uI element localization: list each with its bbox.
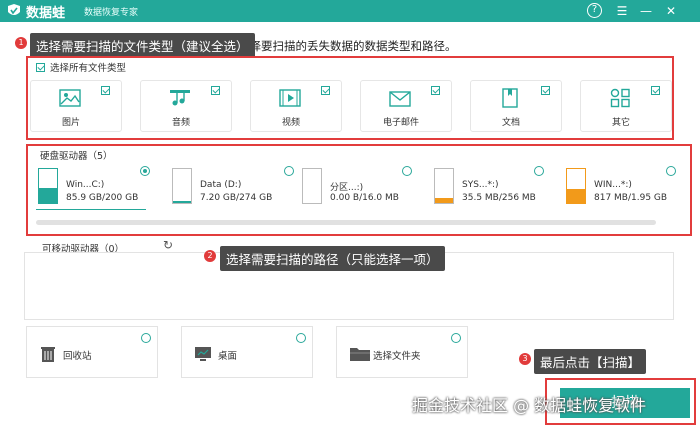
file-type-checkbox xyxy=(541,86,550,95)
file-type-label: 视频 xyxy=(281,118,300,128)
drive-item[interactable]: SYS...*:) 35.5 MB/256 MB xyxy=(434,166,544,212)
selected-drive-underline xyxy=(36,209,146,210)
file-type-checkbox xyxy=(651,86,660,95)
file-type-document[interactable]: 文档 xyxy=(470,80,562,132)
drive-usage-fill xyxy=(39,188,57,203)
file-type-checkbox xyxy=(321,86,330,95)
music-icon xyxy=(170,90,190,106)
app-brand: 数据蛙 xyxy=(26,6,66,21)
drive-radio[interactable] xyxy=(402,166,412,176)
drives-horizontal-scrollbar[interactable] xyxy=(36,220,656,225)
drive-name: 分区...:) xyxy=(330,183,364,193)
drive-size: 0.00 B/16.0 MB xyxy=(330,193,399,203)
drive-name: WIN...*:) xyxy=(594,180,632,190)
drive-size: 7.20 GB/274 GB xyxy=(200,193,273,203)
location-desktop[interactable]: 桌面 xyxy=(181,326,313,378)
drive-name: SYS...*:) xyxy=(462,180,499,190)
drive-icon xyxy=(566,168,586,204)
image-icon xyxy=(59,89,81,107)
file-type-checkbox xyxy=(431,86,440,95)
file-type-checkbox xyxy=(101,86,110,95)
file-type-label: 文档 xyxy=(501,118,520,128)
drive-usage-fill xyxy=(173,201,191,203)
drive-usage-fill xyxy=(435,198,453,203)
drive-size: 35.5 MB/256 MB xyxy=(462,193,536,203)
file-type-label: 音频 xyxy=(171,118,190,128)
app-subtitle: 数据恢复专家 xyxy=(84,8,139,18)
video-icon xyxy=(279,89,301,107)
annotation-tip-2: 选择需要扫描的路径（只能选择一项） xyxy=(220,246,445,271)
file-type-checkbox xyxy=(211,86,220,95)
file-type-email[interactable]: 电子邮件 xyxy=(360,80,452,132)
location-choose-folder[interactable]: 选择文件夹 xyxy=(336,326,468,378)
drive-item[interactable]: 分区...:) 0.00 B/16.0 MB xyxy=(302,166,412,212)
drive-icon xyxy=(38,168,58,204)
location-label: 回收站 xyxy=(63,351,92,362)
drive-radio[interactable] xyxy=(666,166,676,176)
location-label: 选择文件夹 xyxy=(373,351,421,362)
drive-item[interactable]: WIN...*:) 817 MB/1.95 GB xyxy=(566,166,676,212)
other-icon xyxy=(610,88,630,108)
location-radio[interactable] xyxy=(451,333,461,343)
file-type-audio[interactable]: 音频 xyxy=(140,80,232,132)
title-bar: 数据蛙 数据恢复专家 ? ☰ — ✕ xyxy=(0,0,700,22)
file-type-video[interactable]: 视频 xyxy=(250,80,342,132)
drive-item[interactable]: Win...C:) 85.9 GB/200 GB xyxy=(38,166,150,212)
drive-name: Data (D:) xyxy=(200,180,242,190)
watermark-text: 掘金技术社区 @ 数据蛙恢复软件 xyxy=(412,396,647,415)
email-icon xyxy=(389,91,411,107)
refresh-icon[interactable]: ↻ xyxy=(163,238,173,252)
file-type-label: 电子邮件 xyxy=(382,118,419,128)
file-type-image[interactable]: 图片 xyxy=(30,80,122,132)
annotation-badge-2: 2 xyxy=(204,250,216,262)
annotation-badge-3: 3 xyxy=(519,353,531,365)
checkbox-icon xyxy=(36,63,45,72)
drive-size: 817 MB/1.95 GB xyxy=(594,193,668,203)
drive-size: 85.9 GB/200 GB xyxy=(66,193,139,203)
drive-name: Win...C:) xyxy=(66,180,105,190)
file-type-other[interactable]: 其它 xyxy=(580,80,672,132)
location-label: 桌面 xyxy=(218,351,238,362)
drive-usage-fill xyxy=(567,189,585,203)
select-all-label: 选择所有文件类型 xyxy=(50,63,127,74)
location-radio[interactable] xyxy=(296,333,306,343)
annotation-badge-1: 1 xyxy=(15,37,27,49)
desktop-icon xyxy=(195,347,211,361)
app-logo-icon xyxy=(8,4,20,15)
hard-drives-title: 硬盘驱动器（5） xyxy=(40,151,113,162)
folder-icon xyxy=(350,348,370,361)
location-radio[interactable] xyxy=(141,333,151,343)
recycle-bin-icon xyxy=(41,347,55,362)
drive-radio[interactable] xyxy=(284,166,294,176)
document-icon xyxy=(502,88,518,108)
location-recycle-bin[interactable]: 回收站 xyxy=(26,326,158,378)
drive-icon xyxy=(302,168,322,204)
drive-icon xyxy=(434,168,454,204)
file-type-label: 图片 xyxy=(61,118,80,128)
drive-radio[interactable] xyxy=(534,166,544,176)
close-button[interactable]: ✕ xyxy=(662,2,680,20)
drive-radio[interactable] xyxy=(140,166,150,176)
file-type-label: 其它 xyxy=(611,118,630,128)
annotation-tip-3: 最后点击【扫描】 xyxy=(534,349,647,374)
select-all-checkbox[interactable]: 选择所有文件类型 xyxy=(36,60,126,74)
minimize-button[interactable]: — xyxy=(637,2,655,20)
help-button[interactable]: ? xyxy=(587,3,602,18)
annotation-tip-1: 选择需要扫描的文件类型（建议全选） xyxy=(30,33,255,58)
instruction-text: 选择要扫描的丢失数据的数据类型和路径。 xyxy=(238,39,457,53)
drive-item[interactable]: Data (D:) 7.20 GB/274 GB xyxy=(172,166,294,212)
menu-button[interactable]: ☰ xyxy=(613,2,631,20)
drive-icon xyxy=(172,168,192,204)
